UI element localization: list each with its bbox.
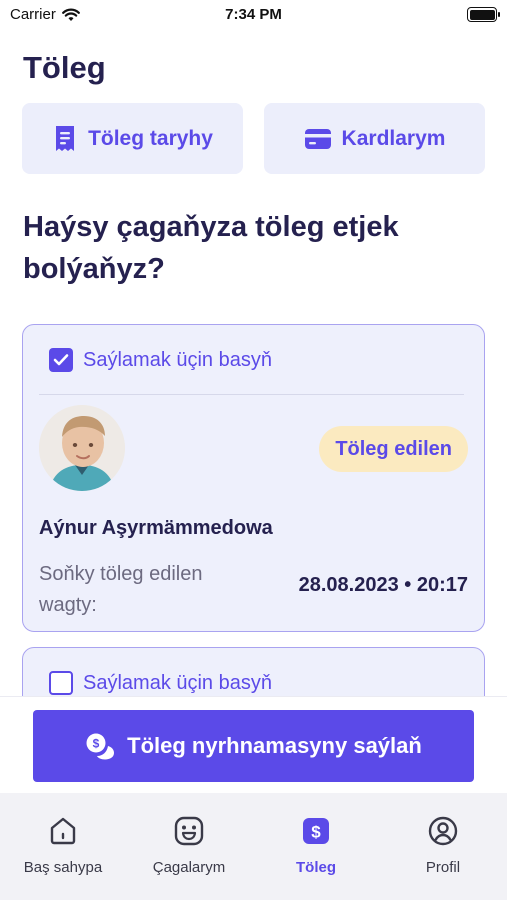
payment-history-label: Töleg taryhy [88,126,213,150]
choose-tariff-label: Töleg nyrhnamasyny saýlaň [127,733,422,758]
tab-home[interactable]: Baş sahypa [0,815,126,876]
clock: 7:34 PM [225,6,282,23]
select-child-row[interactable]: Saýlamak üçin basyň [49,671,272,695]
child-avatar [39,405,125,491]
tab-profile[interactable]: Profil [380,815,506,876]
child-card[interactable]: Saýlamak üçin basyň Töleg edilen Aýnur A… [22,324,485,632]
tab-children[interactable]: Çagalarym [126,815,252,876]
tab-payment[interactable]: $ Töleg [253,815,379,876]
dollar-icon: $ [303,818,329,844]
last-payment-label: Soňky töleg edilen wagty: [39,563,203,616]
child-name: Aýnur Aşyrmämmedowa [39,517,273,539]
select-checkbox[interactable] [49,671,73,695]
my-cards-button[interactable]: Kardlarym [264,103,485,174]
last-payment-value: 28.08.2023 • 20:17 [298,574,468,596]
tab-profile-label: Profil [425,859,461,876]
tab-payment-label: Töleg [296,859,336,876]
battery-icon [467,7,500,22]
home-icon [50,817,76,845]
select-child-label: Saýlamak üçin basyň [83,348,272,371]
smile-icon [174,816,204,846]
select-checkbox[interactable] [49,348,73,372]
choose-tariff-button[interactable]: $ Töleg nyrhnamasyny saýlaň [33,710,474,782]
svg-text:$: $ [93,737,100,751]
child-select-heading: Haýsy çagaňyza töleg etjek bolýaňyz? [23,211,399,285]
action-bar: $ Töleg nyrhnamasyny saýlaň [0,696,507,793]
checkmark-icon [53,354,69,366]
my-cards-label: Kardlarym [341,126,446,150]
page-title: Töleg [23,50,106,85]
coins-icon: $ [86,733,115,760]
tab-children-label: Çagalarym [152,859,226,876]
receipt-icon [56,125,75,151]
credit-card-icon [304,128,331,149]
svg-text:$: $ [311,823,321,842]
payment-status-badge: Töleg edilen [319,426,468,472]
user-icon [428,816,458,846]
tab-bar: Baş sahypa Çagalarym $ Töleg Profil [0,793,507,900]
status-bar: Carrier 7:34 PM [0,0,507,30]
tab-home-label: Baş sahypa [23,859,103,876]
payment-history-button[interactable]: Töleg taryhy [22,103,243,174]
select-child-label: Saýlamak üçin basyň [83,671,272,694]
card-divider [39,394,464,395]
select-child-row[interactable]: Saýlamak üçin basyň [49,348,272,372]
